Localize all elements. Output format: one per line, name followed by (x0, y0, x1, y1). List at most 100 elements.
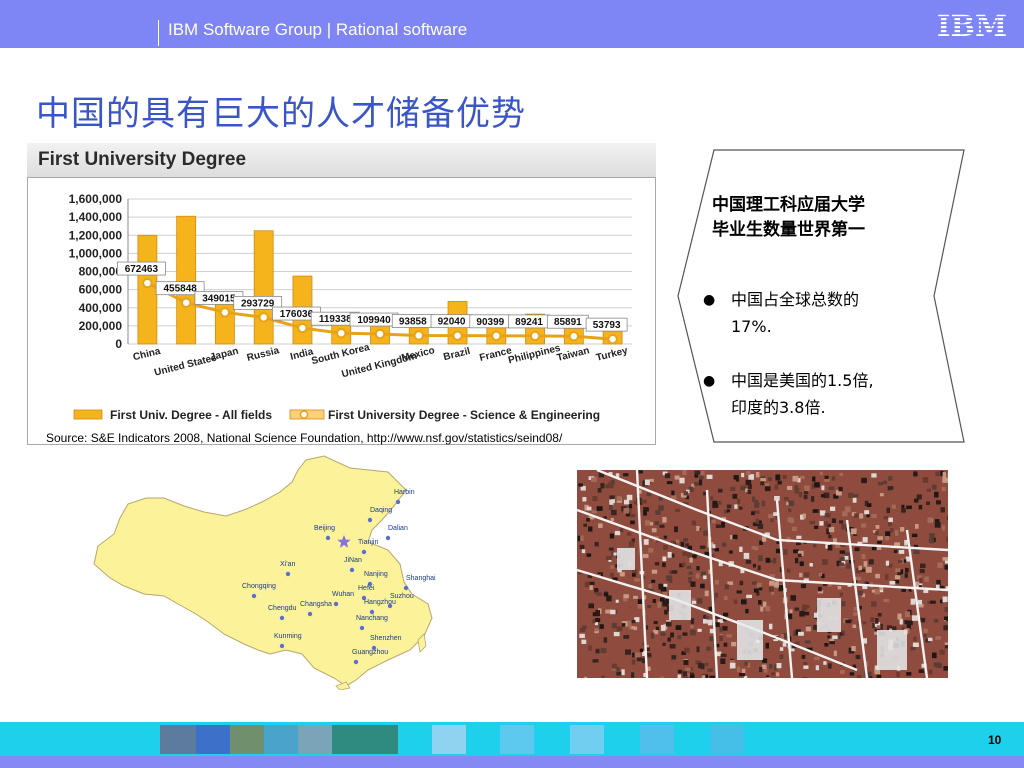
crowd-speck (689, 557, 693, 563)
x-tick-label: Mexico (400, 345, 436, 364)
crowd-speck (838, 486, 843, 492)
crowd-speck (666, 481, 673, 485)
crowd-speck (712, 544, 716, 549)
crowd-speck (829, 641, 835, 645)
crowd-speck (631, 626, 635, 630)
crowd-speck (626, 494, 633, 501)
crowd-speck (947, 472, 948, 477)
crowd-speck (942, 557, 948, 561)
crowd-speck (941, 525, 946, 531)
crowd-speck (727, 581, 733, 585)
crowd-speck (611, 622, 617, 629)
crowd-speck (591, 477, 597, 482)
data-label: 93858 (399, 316, 427, 327)
crowd-speck (726, 504, 732, 509)
data-label: 89241 (515, 317, 543, 328)
crowd-speck (943, 616, 948, 621)
crowd-speck (774, 484, 779, 490)
crowd-speck (824, 643, 829, 647)
city-dot (279, 643, 285, 649)
crowd-speck (610, 565, 614, 569)
chart-title: First University Degree (38, 149, 247, 170)
crowd-speck (707, 619, 713, 626)
x-tick-label: Japan (209, 346, 240, 364)
crowd-speck (857, 590, 863, 596)
crowd-speck (663, 545, 668, 550)
crowd-speck (758, 600, 762, 605)
crowd-speck (905, 567, 909, 573)
bar-chart: 1,600,000 1,400,000 1,200,000 1,000,000 800,… (69, 192, 632, 422)
footer-photo-tile (160, 725, 196, 754)
crowd-speck (852, 624, 857, 628)
bar (253, 230, 274, 345)
crowd-speck (724, 595, 728, 601)
crowd-speck (944, 564, 948, 570)
chart-panel: First University Degree 1,600,000 1,400,0… (27, 143, 656, 446)
crowd-speck (696, 526, 700, 532)
crowd-speck (609, 504, 613, 511)
city-label: Tianjin (358, 539, 378, 546)
crowd-speck (599, 624, 604, 629)
crowd-speck (765, 557, 771, 563)
crowd-speck (719, 635, 724, 641)
crowd-speck (729, 550, 733, 554)
crowd-speck (832, 635, 838, 640)
crowd-speck (621, 623, 626, 627)
crowd-speck (723, 642, 728, 647)
crowd-speck (748, 474, 754, 480)
crowd-speck (895, 530, 899, 536)
crowd-speck (779, 647, 784, 651)
y-tick-label: 800,000 (79, 265, 123, 279)
crowd-speck (815, 665, 819, 671)
crowd-speck (947, 515, 948, 521)
crowd-speck (666, 621, 672, 627)
header-group-text: IBM Software Group | Rational software (168, 20, 468, 39)
crowd-speck (756, 582, 762, 588)
crowd-speck (906, 672, 912, 676)
crowd-speck (719, 627, 723, 632)
crowd-speck (754, 546, 759, 551)
crowd-speck (876, 546, 882, 550)
footer-photo-tile (264, 725, 298, 754)
crowd-speck (763, 669, 768, 673)
footer-photo-tile (332, 725, 398, 754)
crowd-speck (875, 618, 879, 624)
crowd-speck (913, 471, 918, 477)
crowd-speck (796, 535, 802, 539)
city-label: Nanchang (356, 615, 388, 622)
crowd-speck (919, 577, 923, 584)
crowd-speck (871, 514, 877, 518)
crowd-speck (655, 626, 660, 631)
crowd-speck (870, 617, 875, 622)
crowd-speck (804, 572, 810, 577)
crowd-speck (741, 668, 746, 674)
crowd-speck (827, 635, 831, 639)
crowd-speck (800, 584, 806, 589)
crowd-speck (918, 504, 923, 510)
crowd-speck (739, 506, 743, 510)
crowd-speck (658, 505, 664, 511)
crowd-speck (633, 595, 638, 599)
crowd-speck (737, 498, 741, 504)
crowd-speck (655, 510, 661, 515)
crowd-speck (634, 652, 641, 658)
crowd-speck (594, 628, 599, 632)
crowd-speck (923, 633, 927, 638)
y-tick-label: 0 (115, 337, 122, 351)
crowd-speck (787, 517, 792, 523)
data-point (568, 331, 580, 342)
crowd-speck (853, 612, 858, 616)
crowd-speck (600, 483, 605, 489)
city-dot (369, 609, 375, 615)
crowd-speck (910, 598, 916, 605)
crowd-speck (674, 526, 678, 533)
crowd-speck (694, 470, 701, 475)
crowd-speck (885, 560, 890, 566)
bar (176, 215, 197, 345)
crowd-speck (751, 511, 755, 516)
crowd-speck (914, 498, 919, 503)
crowd-speck (705, 615, 709, 620)
city-label: Hefei (358, 585, 375, 592)
crowd-speck (696, 566, 700, 571)
crowd-speck (764, 486, 771, 492)
